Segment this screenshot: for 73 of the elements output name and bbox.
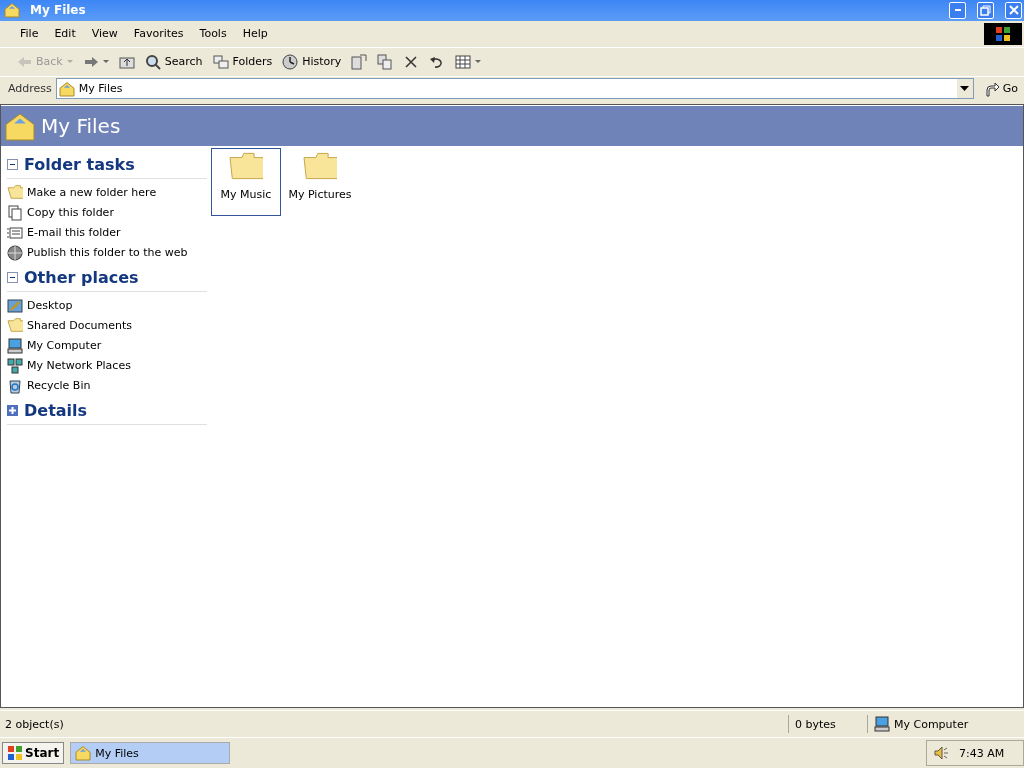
status-text: 0 bytes <box>788 715 867 734</box>
folder-icon <box>58 80 75 97</box>
close-icon <box>1008 5 1019 16</box>
views-icon <box>455 53 472 70</box>
collapse-icon[interactable] <box>7 272 18 284</box>
dropdown-button[interactable] <box>956 79 973 99</box>
folder-icon <box>303 151 337 180</box>
caret-icon <box>66 60 73 64</box>
folder-icon <box>7 317 23 334</box>
delete-icon <box>403 53 420 70</box>
copy-icon <box>7 204 23 221</box>
minimize-icon <box>954 9 961 12</box>
envelope-icon <box>7 224 23 241</box>
expand-icon[interactable] <box>7 405 18 417</box>
section-title[interactable]: Folder tasks <box>24 155 135 175</box>
status-text: My Computer <box>894 717 969 731</box>
globe-icon <box>7 244 23 261</box>
caret-icon <box>475 60 482 64</box>
go-arrow-icon <box>983 80 1000 97</box>
network-icon <box>7 357 23 374</box>
caret-icon <box>102 60 109 64</box>
task-link[interactable]: Recycle Bin <box>27 379 91 393</box>
address-label: Address <box>8 82 52 96</box>
windows-flag-icon <box>7 745 23 762</box>
go-button[interactable]: Go <box>977 80 1024 97</box>
header-title: My Files <box>41 113 121 138</box>
folder-item[interactable]: My Music <box>211 147 281 216</box>
window-title: My Files <box>30 3 87 18</box>
task-link[interactable]: Publish this folder to the web <box>27 246 188 260</box>
status-text: 2 object(s) <box>4 717 65 731</box>
task-link[interactable]: E-mail this folder <box>27 226 121 240</box>
collapse-icon[interactable] <box>7 159 18 171</box>
toolbar-button[interactable]: Folders <box>208 51 277 72</box>
address-field[interactable]: My Files <box>55 78 974 100</box>
task-link[interactable]: My Computer <box>27 339 102 353</box>
section-title[interactable]: Details <box>24 401 88 421</box>
start-button[interactable]: Start <box>2 742 65 765</box>
folder-icon <box>4 2 20 19</box>
clock-icon <box>282 53 299 70</box>
menu-item[interactable]: Edit <box>46 25 84 43</box>
folder-item[interactable]: My Pictures <box>285 147 355 216</box>
section-title[interactable]: Other places <box>24 268 139 288</box>
menu-item[interactable]: View <box>83 25 126 43</box>
windows-logo <box>984 22 1022 45</box>
menu-item[interactable]: Tools <box>191 25 235 43</box>
task-link[interactable]: Shared Documents <box>27 319 132 333</box>
task-link[interactable]: My Network Places <box>27 359 131 373</box>
computer-icon <box>7 337 23 354</box>
task-link[interactable]: Desktop <box>27 299 73 313</box>
caret-icon <box>960 86 970 92</box>
task-link[interactable]: Make a new folder here <box>27 186 157 200</box>
toolbar-button[interactable]: History <box>278 51 346 72</box>
clock: 7:43 AM <box>959 746 1005 760</box>
minimize-button[interactable] <box>949 1 966 19</box>
folder-icon <box>75 745 92 762</box>
desktop-icon <box>7 297 23 314</box>
menu-item[interactable]: Help <box>234 25 276 43</box>
task-link[interactable]: Copy this folder <box>27 206 114 220</box>
close-button[interactable] <box>1005 1 1022 19</box>
restore-button[interactable] <box>977 1 994 19</box>
recycle-bin-icon <box>7 377 23 394</box>
folder-icon <box>229 151 263 180</box>
new-folder-icon <box>7 184 23 201</box>
computer-icon <box>874 716 890 733</box>
speaker-icon <box>933 745 949 762</box>
menu-item[interactable]: File <box>12 25 47 43</box>
folders-icon <box>212 53 229 70</box>
menu-item[interactable]: Favorites <box>125 25 192 43</box>
restore-icon <box>980 4 991 16</box>
search-icon <box>144 53 161 70</box>
taskbar-button[interactable]: My Files <box>70 742 231 765</box>
toolbar-button[interactable]: Search <box>140 51 207 72</box>
copy-to-icon <box>377 53 394 70</box>
